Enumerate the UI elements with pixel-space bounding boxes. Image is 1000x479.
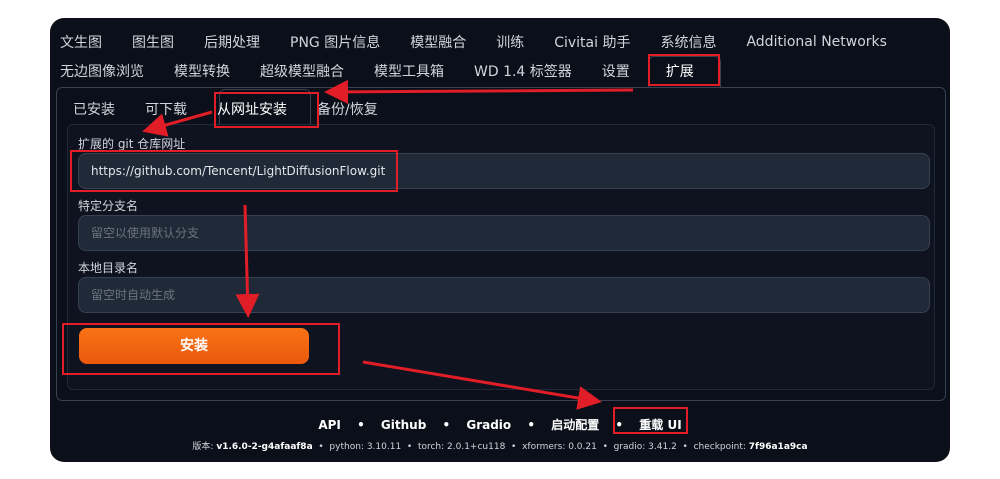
arrow-to-install-url-tab <box>324 79 634 104</box>
annotation-arrows <box>142 79 634 410</box>
arrow-to-reload-ui <box>362 360 602 410</box>
arrow-to-git-label <box>142 110 213 137</box>
arrow-to-install-button <box>235 204 260 318</box>
